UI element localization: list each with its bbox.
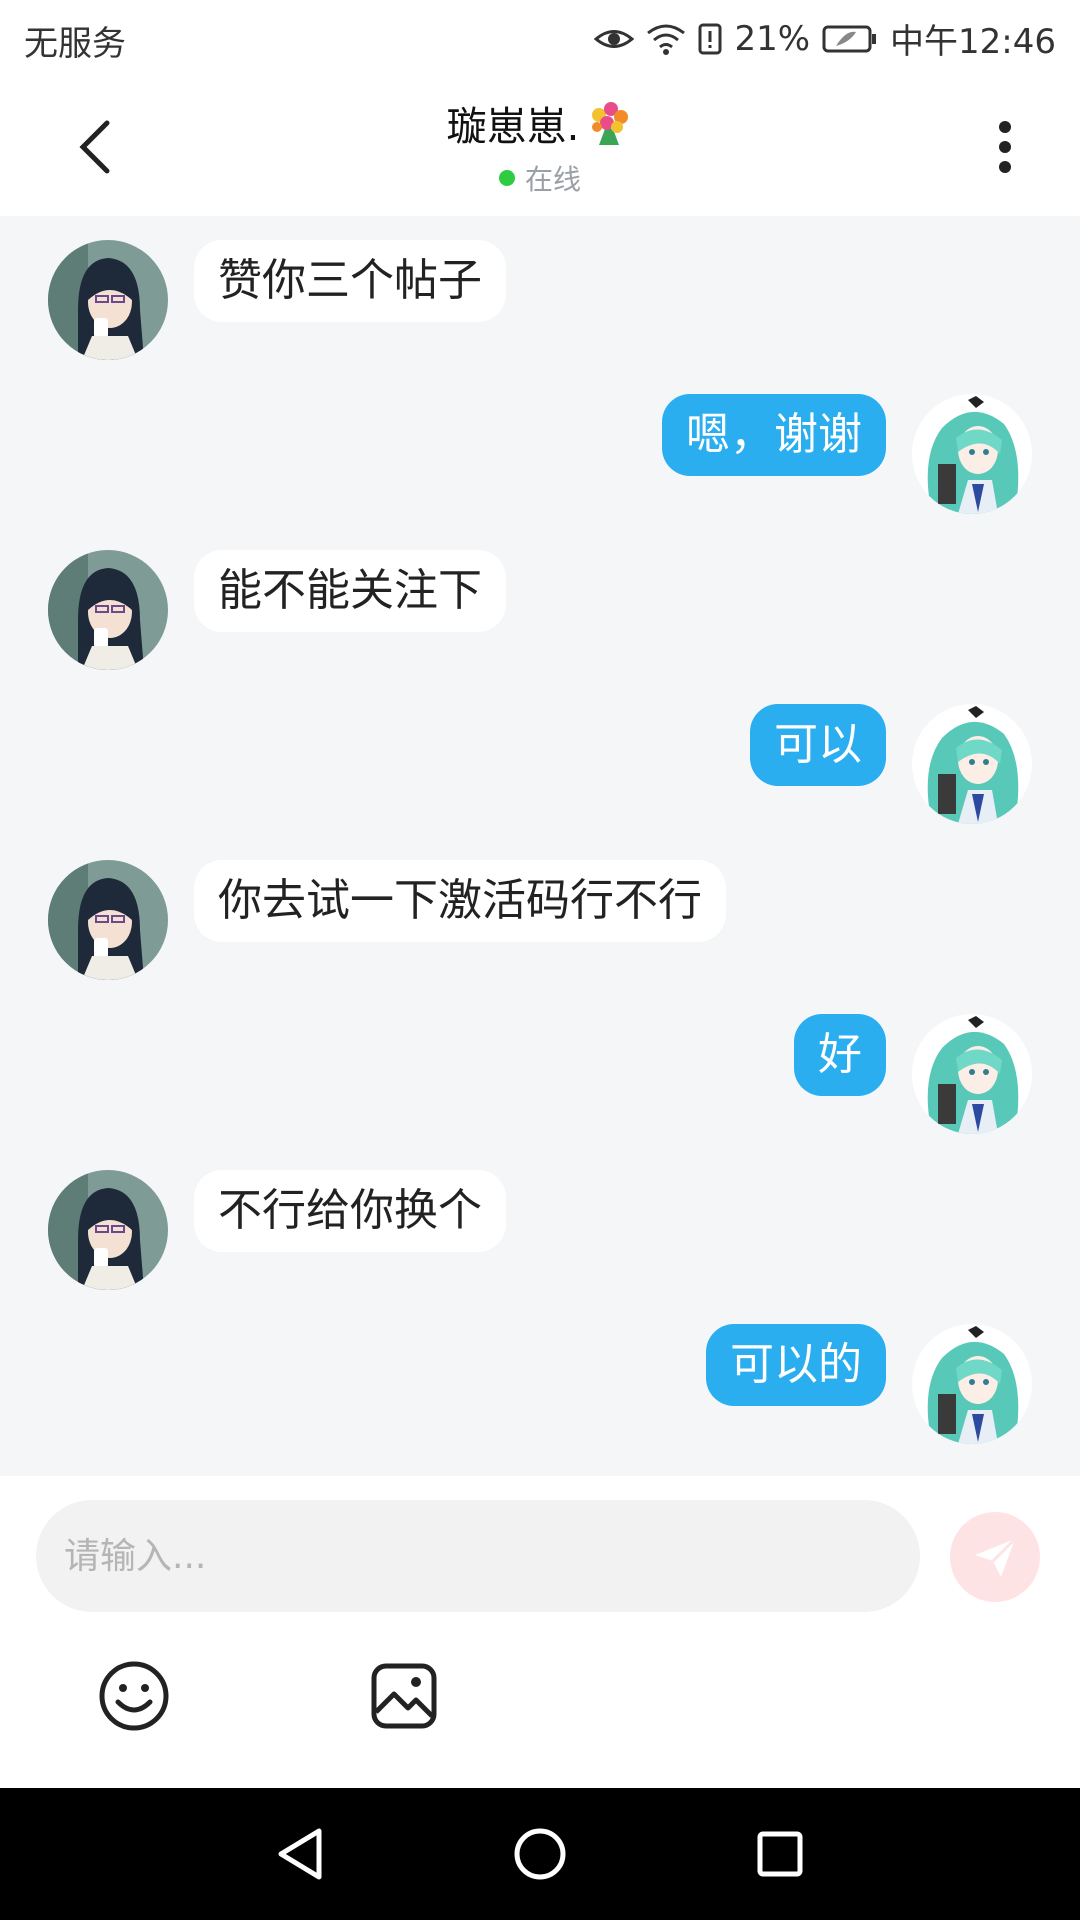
online-status-label: 在线 [524, 163, 581, 196]
nav-home-button[interactable] [510, 1824, 570, 1884]
send-icon [975, 1537, 1017, 1577]
message-row-incoming: 能不能关注下 [0, 550, 1080, 670]
message-bubble-incoming[interactable]: 赞你三个帖子 [194, 240, 506, 322]
eye-icon [594, 24, 635, 54]
message-row-outgoing: 嗯，谢谢 [0, 394, 1080, 514]
circle-home-icon [514, 1828, 566, 1880]
message-row-incoming: 赞你三个帖子 [0, 240, 1080, 360]
message-bubble-outgoing[interactable]: 可以的 [706, 1324, 886, 1406]
wifi-icon [646, 23, 686, 55]
message-bubble-incoming[interactable]: 能不能关注下 [194, 550, 506, 632]
online-dot-icon [498, 170, 515, 186]
message-bubble-outgoing[interactable]: 可以 [750, 704, 886, 786]
nav-back-button[interactable] [270, 1824, 330, 1884]
chat-header: 璇崽崽. 在线 [0, 76, 1080, 216]
contact-name: 璇崽崽. [446, 104, 580, 150]
system-nav-bar [0, 1788, 1080, 1920]
triangle-back-icon [278, 1828, 322, 1880]
message-row-incoming: 不行给你换个 [0, 1170, 1080, 1290]
image-icon [371, 1663, 437, 1729]
battery-percent: 21% [734, 18, 811, 59]
battery-icon [822, 24, 878, 54]
more-options-button[interactable] [970, 112, 1040, 182]
contact-avatar[interactable] [48, 240, 168, 360]
contact-avatar[interactable] [48, 1170, 168, 1290]
my-avatar[interactable] [912, 704, 1032, 824]
clock: 中午12:46 [890, 22, 1056, 62]
my-avatar[interactable] [912, 394, 1032, 514]
message-row-outgoing: 可以 [0, 704, 1080, 824]
more-vertical-icon [999, 121, 1011, 173]
smiley-icon [99, 1661, 169, 1731]
message-bubble-incoming[interactable]: 不行给你换个 [194, 1170, 506, 1252]
carrier-label: 无服务 [24, 24, 126, 64]
message-input[interactable] [36, 1500, 920, 1612]
contact-avatar[interactable] [48, 550, 168, 670]
sim-alert-icon [698, 23, 722, 55]
message-row-outgoing: 好 [0, 1014, 1080, 1134]
composer-panel [0, 1476, 1080, 1788]
emoji-button[interactable] [94, 1656, 174, 1736]
image-button[interactable] [364, 1656, 444, 1736]
message-bubble-outgoing[interactable]: 嗯，谢谢 [662, 394, 886, 476]
contact-avatar[interactable] [48, 860, 168, 980]
message-bubble-incoming[interactable]: 你去试一下激活码行不行 [194, 860, 726, 942]
my-avatar[interactable] [912, 1324, 1032, 1444]
my-avatar[interactable] [912, 1014, 1032, 1134]
status-bar: 无服务 21% 中午12:46 [0, 0, 1080, 76]
bouquet-emoji-icon [585, 99, 633, 147]
message-list[interactable]: 赞你三个帖子 嗯，谢谢 能不能关注下 可以 你去试一下激活码行不行 好 不行给你… [0, 216, 1080, 1476]
message-row-incoming: 你去试一下激活码行不行 [0, 860, 1080, 980]
send-button[interactable] [950, 1512, 1040, 1602]
nav-recents-button[interactable] [750, 1824, 810, 1884]
message-row-outgoing: 可以的 [0, 1324, 1080, 1444]
message-bubble-outgoing[interactable]: 好 [794, 1014, 886, 1096]
square-recents-icon [757, 1831, 803, 1877]
online-status: 在线 [0, 158, 1080, 198]
